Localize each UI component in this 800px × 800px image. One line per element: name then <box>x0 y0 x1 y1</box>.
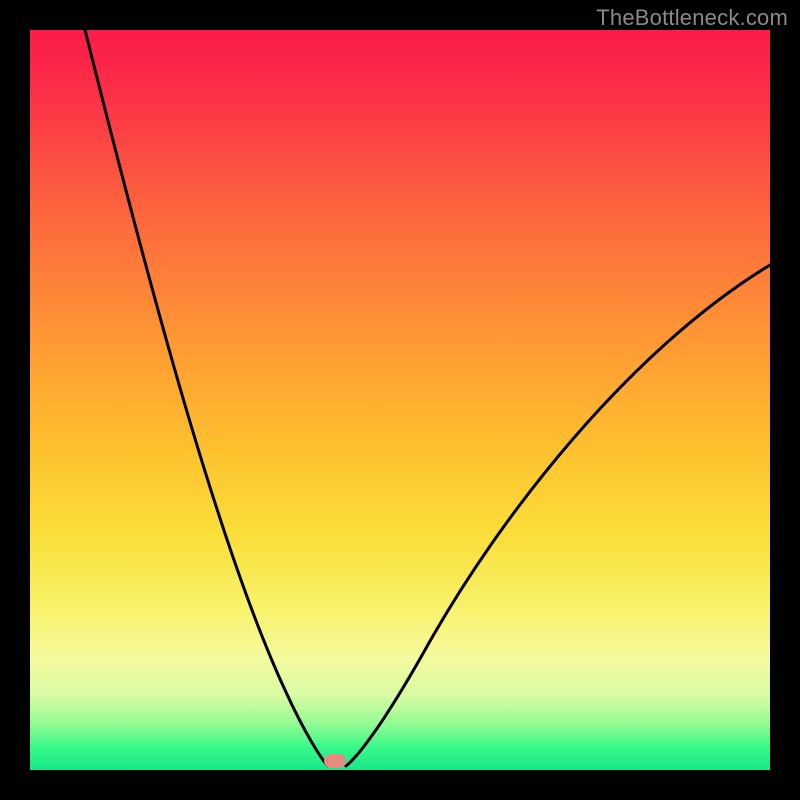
watermark-text: TheBottleneck.com <box>596 5 788 31</box>
curve-right-branch <box>346 265 770 766</box>
optimal-marker <box>324 754 346 768</box>
bottleneck-curve <box>30 30 770 770</box>
curve-left-branch <box>85 30 328 766</box>
plot-area <box>30 30 770 770</box>
chart-container: TheBottleneck.com <box>0 0 800 800</box>
